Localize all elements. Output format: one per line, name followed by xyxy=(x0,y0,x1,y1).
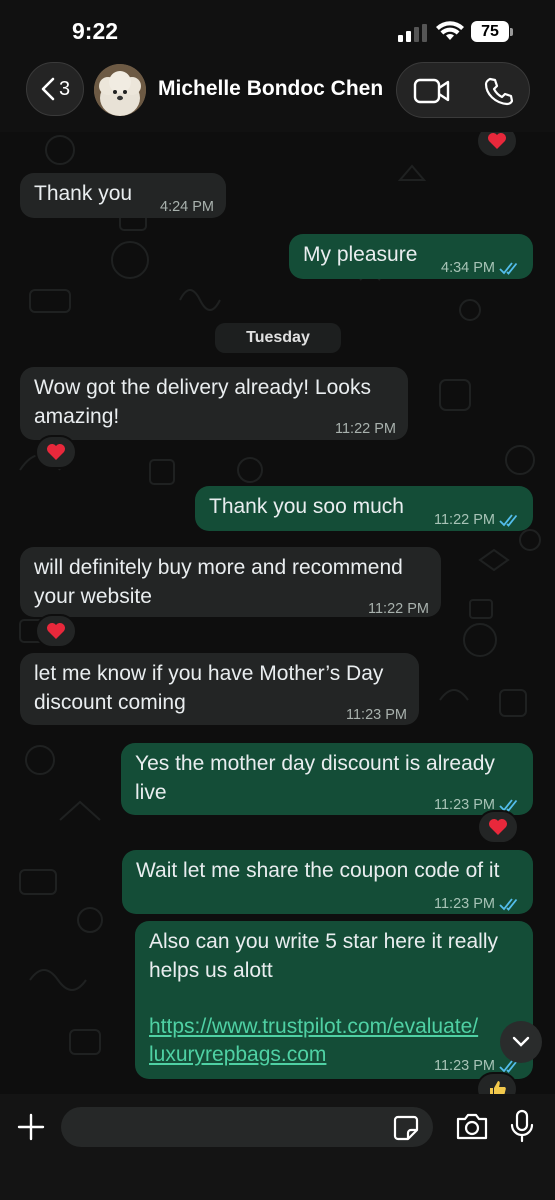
message-incoming[interactable]: let me know if you have Mother’s Day dis… xyxy=(20,653,419,725)
message-outgoing-with-link[interactable]: Also can you write 5 star here it really… xyxy=(135,921,533,1079)
reaction-heart[interactable] xyxy=(477,810,519,844)
heart-icon xyxy=(489,819,507,835)
timestamp: 4:24 PM xyxy=(160,199,214,215)
message-text: Wait let me share the coupon code of it xyxy=(136,859,500,882)
message-incoming[interactable]: Wow got the delivery already! Looks amaz… xyxy=(20,367,408,440)
status-bar: 9:22 75 xyxy=(0,0,555,60)
message-text: will definitely buy more and recommend y… xyxy=(34,556,403,608)
back-button[interactable]: 3 xyxy=(26,62,84,116)
message-text: Thank you xyxy=(34,182,133,205)
battery-tip xyxy=(510,28,513,36)
battery-level: 75 xyxy=(471,21,509,42)
read-receipt-icon xyxy=(499,262,518,276)
cellular-signal-icon xyxy=(398,24,427,42)
message-time: 11:23 PM xyxy=(346,701,407,730)
microphone-icon[interactable] xyxy=(509,1109,535,1143)
message-time: 11:23 PM xyxy=(434,890,521,919)
heart-icon xyxy=(47,623,65,639)
message-text: Thank you soo much xyxy=(209,495,404,518)
message-outgoing[interactable]: Wait let me share the coupon code of it … xyxy=(122,850,533,914)
sticker-icon[interactable] xyxy=(393,1115,419,1141)
message-time: 4:34 PM xyxy=(441,254,521,283)
chat-header: 3 Michelle Bondoc Chen xyxy=(0,60,555,132)
timestamp: 11:22 PM xyxy=(434,512,495,528)
message-input[interactable] xyxy=(61,1107,433,1147)
message-text: let me know if you have Mother’s Day dis… xyxy=(34,662,384,714)
trustpilot-link-line1[interactable]: https://www.trustpilot.com/evaluate/ xyxy=(149,1013,478,1042)
camera-icon[interactable] xyxy=(455,1111,489,1141)
message-incoming[interactable]: Thank you 4:24 PM xyxy=(20,173,226,218)
read-receipt-icon xyxy=(499,514,518,528)
message-outgoing[interactable]: Yes the mother day discount is already l… xyxy=(121,743,533,815)
avatar-dog-picture xyxy=(94,64,146,116)
message-composer xyxy=(0,1094,555,1200)
contact-name[interactable]: Michelle Bondoc Chen xyxy=(158,77,383,101)
scroll-to-bottom-button[interactable] xyxy=(500,1021,542,1063)
message-outgoing[interactable]: My pleasure 4:34 PM xyxy=(289,234,533,279)
message-text: My pleasure xyxy=(303,243,418,266)
message-text: Also can you write 5 star here it really… xyxy=(149,930,498,982)
heart-icon xyxy=(488,133,506,149)
reaction-heart[interactable] xyxy=(35,614,77,648)
voice-call-icon[interactable] xyxy=(483,76,513,106)
read-receipt-icon xyxy=(499,898,518,912)
message-time: 11:22 PM xyxy=(335,415,396,444)
status-time: 9:22 xyxy=(72,18,119,44)
timestamp: 11:22 PM xyxy=(335,421,396,437)
message-time: 11:22 PM xyxy=(434,506,521,535)
timestamp: 11:22 PM xyxy=(368,601,429,617)
plus-icon[interactable] xyxy=(16,1112,46,1142)
message-text: Wow got the delivery already! Looks amaz… xyxy=(34,376,371,428)
unread-chats-count: 3 xyxy=(58,77,71,100)
video-call-icon[interactable] xyxy=(413,77,451,105)
timestamp: 11:23 PM xyxy=(346,707,407,723)
wifi-icon xyxy=(436,21,464,40)
message-time: 11:22 PM xyxy=(368,595,429,624)
trustpilot-link-line2[interactable]: luxuryrepbags.com xyxy=(149,1041,326,1070)
chevron-left-icon xyxy=(41,77,55,101)
chevron-down-icon xyxy=(512,1036,530,1047)
date-divider: Tuesday xyxy=(215,323,341,353)
call-buttons xyxy=(396,62,530,118)
timestamp: 11:23 PM xyxy=(434,896,495,912)
heart-icon xyxy=(47,444,65,460)
timestamp: 4:34 PM xyxy=(441,260,495,276)
message-incoming[interactable]: will definitely buy more and recommend y… xyxy=(20,547,441,617)
message-time: 4:24 PM xyxy=(160,193,214,222)
reaction-heart[interactable] xyxy=(35,435,77,469)
contact-avatar[interactable] xyxy=(94,64,146,116)
message-outgoing[interactable]: Thank you soo much 11:22 PM xyxy=(195,486,533,531)
